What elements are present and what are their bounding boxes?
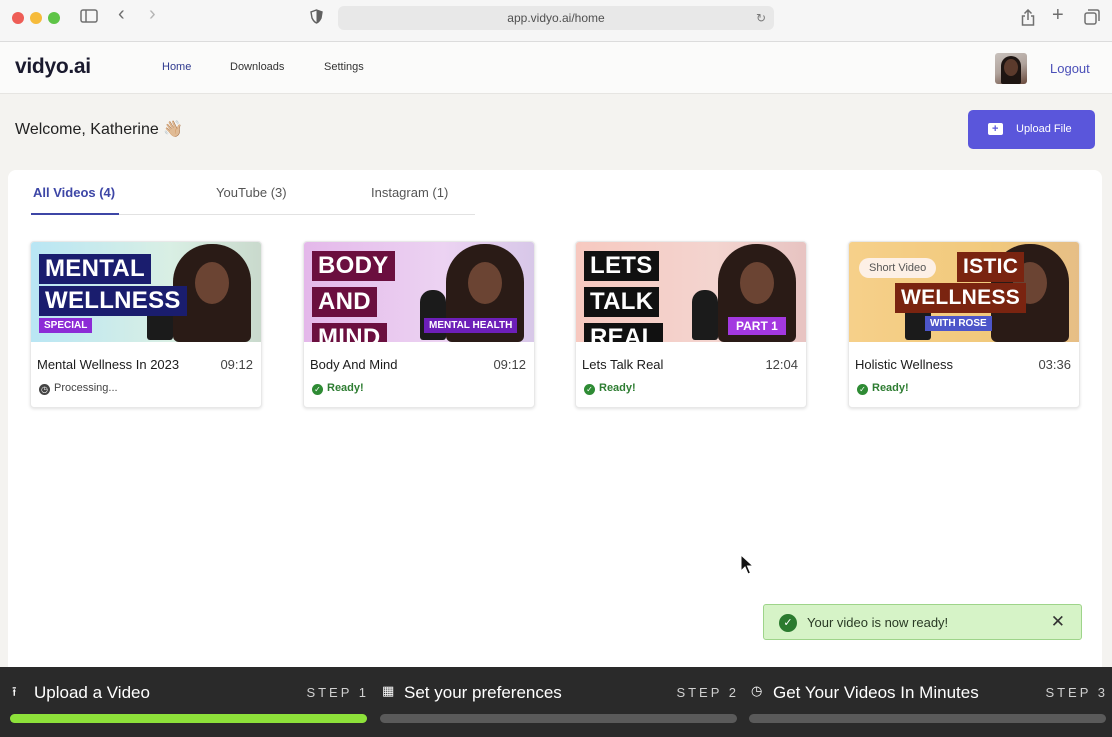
folder-plus-icon [988, 110, 1003, 149]
thumbnail-text: WELLNESS [39, 286, 187, 316]
tab-all-videos[interactable]: All Videos (4) [33, 185, 115, 200]
clock-icon: ◷ [39, 384, 50, 395]
step-label: Set your preferences [404, 683, 562, 702]
step-label: Upload a Video [34, 683, 150, 702]
video-card[interactable]: BODY AND MIND MENTAL HEALTH Body And Min… [303, 241, 535, 408]
new-tab-icon[interactable]: + [1052, 5, 1064, 25]
browser-toolbar: ‹ › app.vidyo.ai/home ↻ + [0, 0, 1112, 42]
step-2: ▦ Set your preferences STEP 2 [380, 667, 739, 737]
upload-file-label: Upload File [1016, 123, 1072, 135]
thumbnail-text: ISTIC [957, 252, 1025, 282]
nav-downloads[interactable]: Downloads [230, 61, 284, 73]
video-thumbnail[interactable]: BODY AND MIND MENTAL HEALTH [304, 242, 534, 342]
tab-overview-icon[interactable] [1084, 9, 1100, 30]
video-tabs: All Videos (4) YouTube (3) Instagram (1) [31, 170, 475, 215]
address-bar[interactable]: app.vidyo.ai/home ↻ [338, 6, 774, 30]
active-tab-indicator [31, 213, 119, 215]
thumbnail-text: TALK [584, 287, 660, 317]
video-thumbnail[interactable]: MENTAL WELLNESS SPECIAL [31, 242, 261, 342]
vidyo-logo[interactable]: vidyo.ai [15, 55, 91, 79]
check-circle-icon: ✓ [312, 384, 323, 395]
thumbnail-text: MIND [312, 323, 387, 342]
step-number: STEP 1 [306, 685, 369, 700]
thumbnail-text: BODY [312, 251, 395, 281]
success-toast: ✓ Your video is now ready! ✕ [763, 604, 1082, 640]
video-status: ✓ Ready! [312, 382, 364, 395]
tab-instagram[interactable]: Instagram (1) [371, 185, 448, 200]
thumbnail-tag: PART 1 [728, 317, 786, 335]
sidebar-toggle-icon[interactable] [80, 9, 98, 28]
video-status: ✓ Ready! [584, 382, 636, 395]
videos-panel: All Videos (4) YouTube (3) Instagram (1)… [8, 170, 1102, 667]
thumbnail-text: LETS [584, 251, 659, 281]
video-duration: 03:36 [1038, 357, 1071, 372]
url-text: app.vidyo.ai/home [507, 11, 605, 25]
microphone-image [692, 290, 718, 340]
check-circle-icon: ✓ [857, 384, 868, 395]
video-title: Mental Wellness In 2023 [37, 357, 180, 372]
video-card[interactable]: MENTAL WELLNESS SPECIAL Mental Wellness … [30, 241, 262, 408]
forward-icon[interactable]: › [149, 4, 156, 24]
video-status: ◷ Processing... [39, 382, 118, 395]
clock-icon: ◷ [751, 683, 763, 698]
video-duration: 12:04 [765, 357, 798, 372]
step-number: STEP 3 [1045, 685, 1108, 700]
close-icon[interactable]: ✕ [1051, 612, 1065, 632]
video-status: ✓ Ready! [857, 382, 909, 395]
nav-settings[interactable]: Settings [324, 61, 364, 73]
back-icon[interactable]: ‹ [118, 4, 125, 24]
reload-icon[interactable]: ↻ [756, 6, 766, 30]
thumbnail-text: AND [312, 287, 377, 317]
video-thumbnail[interactable]: LETS TALK REAL PART 1 [576, 242, 806, 342]
check-circle-icon: ✓ [584, 384, 595, 395]
video-title: Lets Talk Real [582, 357, 664, 372]
thumbnail-tag: WITH ROSE [925, 316, 992, 331]
short-video-badge: Short Video [859, 258, 937, 278]
onboarding-steps: ⭱ Upload a Video STEP 1 ▦ Set your prefe… [0, 667, 1112, 737]
thumbnail-tag: SPECIAL [39, 318, 93, 333]
step-progress-bar [380, 714, 737, 723]
thumbnail-tag: MENTAL HEALTH [424, 318, 518, 333]
video-card[interactable]: LETS TALK REAL PART 1 Lets Talk Real 12:… [575, 241, 807, 408]
mouse-cursor-icon [740, 553, 755, 581]
upload-file-button[interactable]: Upload File [968, 110, 1095, 149]
grid-icon: ▦ [382, 683, 395, 698]
shield-icon [310, 9, 323, 29]
video-title: Holistic Wellness [855, 357, 954, 372]
video-duration: 09:12 [493, 357, 526, 372]
step-1: ⭱ Upload a Video STEP 1 [10, 667, 369, 737]
toast-message: Your video is now ready! [807, 615, 949, 630]
step-progress-fill [10, 714, 367, 723]
upload-icon: ⭱ [12, 684, 17, 699]
step-progress-bar [749, 714, 1106, 723]
step-3: ◷ Get Your Videos In Minutes STEP 3 [749, 667, 1108, 737]
thumbnail-text: WELLNESS [895, 283, 1027, 313]
close-window-button[interactable] [12, 12, 24, 24]
welcome-heading: Welcome, Katherine 👋🏼 [15, 121, 184, 138]
share-icon[interactable] [1021, 8, 1035, 31]
step-number: STEP 2 [676, 685, 739, 700]
avatar[interactable] [995, 53, 1027, 84]
step-progress-bar [10, 714, 367, 723]
step-label: Get Your Videos In Minutes [773, 683, 979, 702]
thumbnail-text: MENTAL [39, 254, 152, 284]
app-header: vidyo.ai Home Downloads Settings Logout [0, 42, 1112, 94]
check-circle-icon: ✓ [779, 614, 797, 632]
nav-home[interactable]: Home [162, 61, 191, 73]
tab-youtube[interactable]: YouTube (3) [216, 185, 287, 200]
video-title: Body And Mind [310, 357, 398, 372]
video-card[interactable]: ISTIC WELLNESS WITH ROSE Short Video Hol… [848, 241, 1080, 408]
logout-link[interactable]: Logout [1050, 61, 1090, 76]
video-thumbnail[interactable]: ISTIC WELLNESS WITH ROSE Short Video [849, 242, 1079, 342]
video-duration: 09:12 [220, 357, 253, 372]
maximize-window-button[interactable] [48, 12, 60, 24]
thumbnail-text: REAL [584, 323, 663, 342]
minimize-window-button[interactable] [30, 12, 42, 24]
